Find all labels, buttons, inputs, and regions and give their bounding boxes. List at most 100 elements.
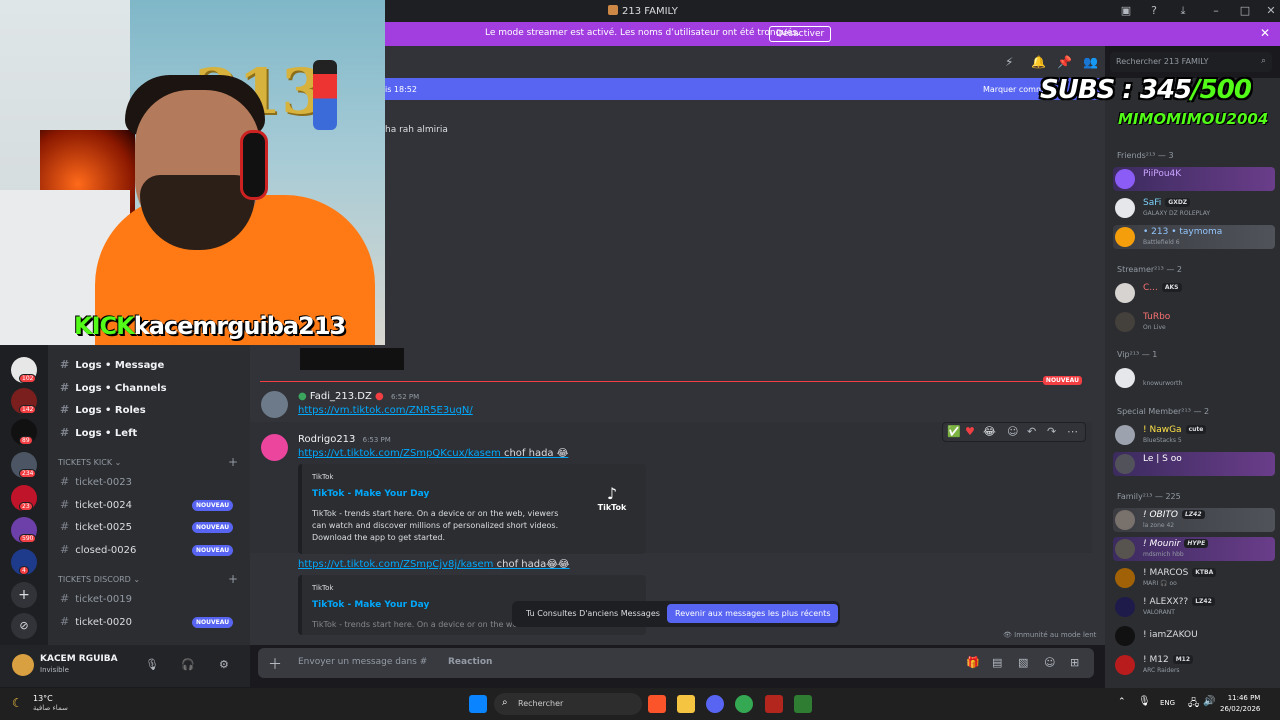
reply-icon[interactable]: ↶ <box>1027 425 1036 438</box>
new-messages-bar[interactable]: is 18:52 Marquer comme <box>385 78 1105 100</box>
server-icon[interactable]: 590 <box>11 517 37 543</box>
channel-item[interactable]: # ticket-0024 <box>60 498 132 516</box>
gift-icon[interactable]: 🎁 <box>966 656 980 669</box>
channel-item[interactable]: # Logs • Left <box>60 426 137 444</box>
server-icon[interactable]: 23 <box>11 485 37 511</box>
member-item[interactable]: • 213 • taymoma Battlefield 6 <box>1113 225 1275 249</box>
attach-plus-icon[interactable]: ＋ <box>268 654 282 674</box>
brave-icon[interactable] <box>648 695 666 713</box>
app-icon[interactable] <box>794 695 812 713</box>
members-icon[interactable]: 👥 <box>1083 55 1098 69</box>
weather-widget[interactable]: 13°C سماء صافية <box>33 694 68 712</box>
message-link[interactable]: https://vt.tiktok.com/ZSmpQKcux/kasem <box>298 448 501 459</box>
member-item[interactable]: ! Mounir HYPE mdsmich hbb <box>1113 537 1275 561</box>
server-icon[interactable]: 4 <box>11 549 37 575</box>
emoji-icon[interactable]: ☺ <box>1044 656 1055 669</box>
search-input[interactable]: Rechercher 213 FAMILY ⌕ <box>1110 52 1272 72</box>
folder-icon[interactable] <box>677 695 695 713</box>
server-icon[interactable]: 89 <box>11 419 37 445</box>
windows-start-icon[interactable] <box>469 695 487 713</box>
new-badge: NOUVEAU <box>192 522 234 533</box>
member-item[interactable]: ! NawGa cute BlueStacks 5 <box>1113 423 1275 447</box>
avatar[interactable] <box>12 654 34 676</box>
taskbar: ☾ 13°C سماء صافية ⌕ Rechercher ⌃ 🎙 ENG 🖧 🔊… <box>0 688 1280 720</box>
close-window-icon[interactable]: ✕ <box>1263 3 1279 19</box>
close-icon[interactable]: ✕ <box>1260 26 1270 40</box>
message-composer[interactable]: ＋ Envoyer un message dans # Reaction 🎁 ▤… <box>258 648 1094 678</box>
microphone-icon[interactable]: 🎙 <box>1138 696 1151 707</box>
add-channel-icon[interactable]: + <box>228 572 238 586</box>
apps-icon[interactable]: ⊞ <box>1070 656 1079 669</box>
member-item[interactable]: ! M12 M12 ARC Raiders <box>1113 653 1275 677</box>
member-item[interactable]: C... AKS <box>1113 281 1275 305</box>
tiktok-logo-icon: ♪ TikTok <box>597 484 627 512</box>
gear-icon[interactable]: ⚙ <box>219 658 229 671</box>
pin-icon[interactable]: 📌 <box>1057 55 1072 69</box>
member-item[interactable]: TuRbo On Live <box>1113 310 1275 334</box>
channel-item[interactable]: # ticket-0023 <box>60 475 132 493</box>
channel-item[interactable]: # Logs • Message <box>60 358 164 376</box>
channel-item[interactable]: # Logs • Channels <box>60 381 167 399</box>
server-icon[interactable]: 234 <box>11 452 37 478</box>
member-item[interactable]: knowurworth <box>1113 366 1275 390</box>
channel-item[interactable]: # ticket-0025 <box>60 520 132 538</box>
discover-icon[interactable]: ⊘ <box>11 613 37 639</box>
member-item[interactable]: ! OBITO LZ42 la zone 42 <box>1113 508 1275 532</box>
forward-icon[interactable]: ↷ <box>1047 425 1056 438</box>
maximize-icon[interactable]: □ <box>1237 3 1253 19</box>
member-item[interactable]: ! ALEXX?? LZ42 VALORANT <box>1113 595 1275 619</box>
server-icon[interactable]: 142 <box>11 388 37 414</box>
message-link[interactable]: https://vm.tiktok.com/ZNR5E3ugN/ <box>298 405 473 416</box>
channel-item[interactable]: # ticket-0020 <box>60 615 132 633</box>
add-channel-icon[interactable]: + <box>228 455 238 469</box>
laugh-react-icon[interactable]: 😂 <box>983 425 996 438</box>
message-link[interactable]: https://vt.tiktok.com/ZSmpCjv8j/kasem <box>298 559 493 570</box>
hash-icon: # <box>60 475 70 488</box>
headphones-icon[interactable]: 🎧 <box>181 658 195 671</box>
channel-item[interactable]: # closed-0026 <box>60 543 136 561</box>
mark-read-button[interactable]: Marquer comme <box>983 85 1049 94</box>
author-name[interactable]: Rodrigo213 <box>298 434 355 445</box>
adobe-icon[interactable] <box>765 695 783 713</box>
jump-to-present-button[interactable]: Revenir aux messages les plus récents <box>667 604 839 623</box>
bell-icon[interactable]: 🔔 <box>1031 55 1046 69</box>
volume-icon[interactable]: 🔊 <box>1203 696 1215 707</box>
add-server-icon[interactable]: + <box>11 582 37 608</box>
discord-icon[interactable] <box>706 695 724 713</box>
minimize-icon[interactable]: – <box>1208 3 1224 19</box>
download-icon[interactable]: ⤓ <box>1175 3 1191 19</box>
network-icon[interactable]: 🖧 <box>1188 696 1199 713</box>
embed-title[interactable]: TikTok - Make Your Day <box>312 489 429 499</box>
gif-icon[interactable]: ▤ <box>992 656 1002 669</box>
check-react-icon[interactable]: ✅ <box>947 425 961 438</box>
image-attachment[interactable] <box>300 348 404 370</box>
inbox-icon[interactable]: ▣ <box>1118 3 1134 19</box>
embed-title[interactable]: TikTok - Make Your Day <box>312 600 429 610</box>
chevron-up-icon[interactable]: ⌃ <box>1118 697 1126 707</box>
chrome-icon[interactable] <box>735 695 753 713</box>
category-tickets-discord[interactable]: TICKETS DISCORD ⌄ <box>58 575 140 584</box>
clock[interactable]: 11:46 PM 26/02/2026 <box>1220 693 1260 715</box>
more-icon[interactable]: ⋯ <box>1067 425 1078 438</box>
microphone-icon[interactable]: 🎙 <box>145 658 159 671</box>
heart-react-icon[interactable]: ♥ <box>965 425 975 438</box>
member-item[interactable]: SaFi GXDZ GALAXY DZ ROLEPLAY <box>1113 196 1275 220</box>
taskbar-search[interactable]: ⌕ Rechercher <box>494 693 642 715</box>
language-indicator[interactable]: ENG <box>1160 699 1175 707</box>
author-name[interactable]: Fadi_213.DZ <box>310 391 372 402</box>
member-item[interactable]: ! iamZAKOU <box>1113 624 1275 648</box>
avatar[interactable] <box>261 391 288 418</box>
channel-item[interactable]: # ticket-0019 <box>60 592 132 610</box>
member-item[interactable]: Le | S oo <box>1113 452 1275 476</box>
add-reaction-icon[interactable]: ☺ <box>1007 425 1018 438</box>
help-icon[interactable]: ? <box>1146 3 1162 19</box>
sticker-icon[interactable]: ▧ <box>1018 656 1028 669</box>
avatar[interactable] <box>261 434 288 461</box>
channel-item[interactable]: # Logs • Roles <box>60 403 146 421</box>
disable-streamer-button[interactable]: Désactiver <box>769 26 832 42</box>
category-tickets-kick[interactable]: TICKETS KICK ⌄ <box>58 458 121 467</box>
member-item[interactable]: PiiPou4K <box>1113 167 1275 191</box>
threads-icon[interactable]: ⚡ <box>1005 55 1013 69</box>
member-item[interactable]: ! MARCOS KTBA MARI 🎧 oo <box>1113 566 1275 590</box>
server-icon[interactable]: 102 <box>11 357 37 383</box>
